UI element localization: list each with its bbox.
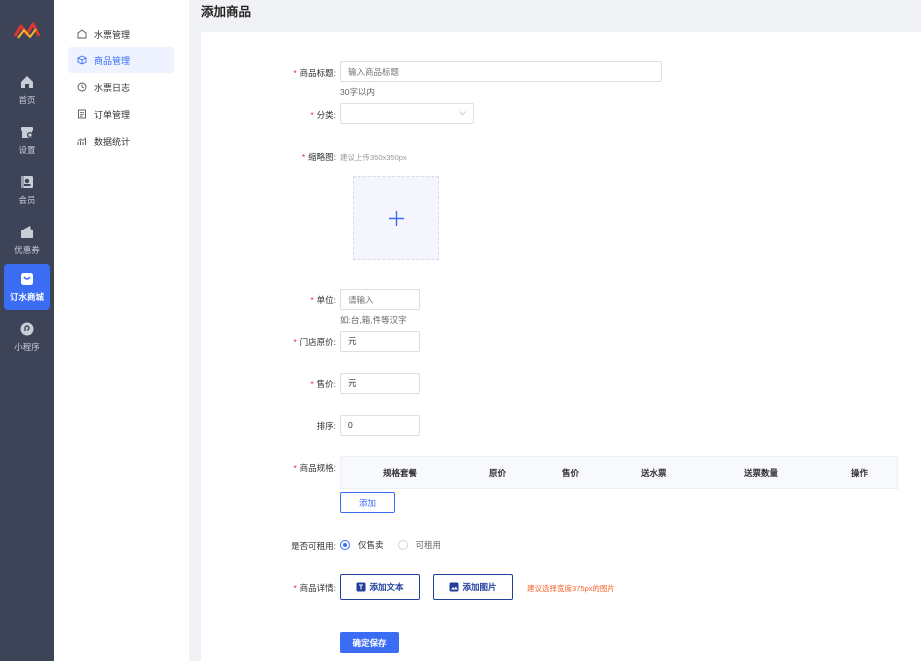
title-hint: 30字以内 — [340, 87, 375, 97]
ticket-icon — [77, 29, 87, 39]
rail-item-label: 首页 — [18, 95, 36, 105]
required-mark: * — [310, 295, 314, 305]
rail-item-mini-program[interactable]: 小程序 — [4, 314, 50, 360]
rail-item-label: 订水商城 — [9, 292, 44, 302]
shopping-bag-icon — [21, 273, 33, 285]
orig-price-input[interactable]: 元 — [340, 331, 420, 352]
submenu-item-label: 水票日志 — [94, 82, 131, 93]
spec-column-header: 规格套餐 — [383, 468, 418, 478]
radio-sale-only-label: 仅售卖 — [358, 540, 384, 550]
spec-label: * 商品规格: — [293, 463, 336, 473]
sort-label: 排序: — [316, 421, 336, 431]
orig-price-label: * 门店原价: — [293, 337, 336, 347]
add-text-button[interactable]: 添加文本 — [340, 574, 420, 600]
add-image-button[interactable]: 添加图片 — [433, 574, 513, 600]
required-mark: * — [293, 337, 297, 347]
required-mark: * — [293, 463, 297, 473]
image-icon — [449, 582, 459, 592]
required-mark: * — [310, 379, 314, 389]
radio-sale-only[interactable] — [340, 540, 350, 550]
submenu-item-label: 订单管理 — [94, 109, 131, 120]
spec-column-header: 操作 — [851, 468, 869, 478]
logo-icon — [13, 22, 41, 39]
rail-item-member[interactable]: 会员 — [4, 167, 50, 213]
submenu-item-label: 数据统计 — [94, 136, 131, 147]
mini-program-icon — [20, 322, 34, 336]
chevron-down-icon — [459, 111, 466, 116]
submenu-item-ticket-log[interactable]: 水票日志 — [68, 74, 174, 100]
clock-icon — [77, 82, 87, 92]
rail-item-water-mall[interactable]: 订水商城 — [4, 264, 50, 310]
add-spec-button[interactable]: 添加 — [340, 492, 395, 513]
required-mark: * — [293, 583, 297, 593]
thumb-label: * 缩略图: — [301, 152, 336, 162]
submenu-item-product[interactable]: 商品管理 — [68, 47, 174, 73]
price-input[interactable]: 元 — [340, 373, 420, 394]
sub-nav-menu: 水票管理 商品管理 水票日志 订单管理 数据统计 — [54, 0, 189, 661]
add-image-label: 添加图片 — [462, 582, 497, 592]
rail-item-coupon[interactable]: 优惠券 — [4, 217, 50, 263]
product-title-input[interactable] — [340, 61, 662, 82]
coupon-icon — [21, 226, 33, 238]
save-button[interactable]: 确定保存 — [340, 632, 399, 653]
plus-icon — [388, 210, 404, 226]
spec-column-header: 原价 — [489, 468, 507, 478]
thumb-hint: 建议上传350x350px — [340, 153, 407, 162]
price-label: * 售价: — [310, 379, 336, 389]
required-mark: * — [301, 152, 306, 162]
detail-image-hint: 建议选择宽度375px的图片 — [527, 584, 615, 593]
spec-column-header: 送票数量 — [744, 468, 779, 478]
rail-item-label: 会员 — [18, 195, 36, 205]
category-label: * 分类: — [310, 110, 336, 120]
spec-table-header: 规格套餐 原价 售价 送水票 送票数量 操作 — [340, 456, 898, 489]
sort-input[interactable]: 0 — [340, 415, 420, 436]
rent-radio-group: 仅售卖 可租用 — [340, 539, 455, 551]
cube-icon — [77, 55, 87, 65]
text-block-icon — [356, 582, 366, 592]
member-card-icon — [21, 176, 33, 188]
spec-column-header: 售价 — [562, 468, 580, 478]
thumbnail-upload[interactable] — [353, 176, 439, 260]
radio-rentable[interactable] — [397, 540, 408, 550]
category-select[interactable] — [340, 103, 474, 124]
submenu-item-label: 商品管理 — [94, 55, 131, 66]
stats-icon — [77, 137, 87, 145]
rail-item-label: 优惠券 — [14, 245, 40, 255]
order-list-icon — [78, 109, 86, 119]
page-title: 添加商品 — [201, 5, 252, 19]
add-text-label: 添加文本 — [369, 582, 404, 592]
submenu-item-label: 水票管理 — [94, 29, 131, 40]
unit-hint: 如:台,箱,件等汉字 — [340, 315, 407, 325]
unit-label: * 单位: — [310, 295, 336, 305]
required-mark: * — [310, 110, 314, 120]
rent-label: 是否可租用: — [291, 541, 336, 551]
title-label: * 商品标题: — [293, 68, 336, 78]
spec-column-header: 送水票 — [641, 468, 667, 478]
submenu-item-water-ticket[interactable]: 水票管理 — [68, 21, 174, 47]
rail-item-home[interactable]: 首页 — [4, 67, 50, 113]
rail-item-label: 小程序 — [14, 342, 40, 352]
rail-item-label: 设置 — [18, 145, 36, 155]
rail-item-settings[interactable]: 设置 — [4, 117, 50, 163]
submenu-item-stats[interactable]: 数据统计 — [68, 128, 174, 154]
submenu-item-order[interactable]: 订单管理 — [68, 101, 174, 127]
required-mark: * — [293, 68, 297, 78]
main-nav-rail: 首页 设置 会员 优惠券 订水商城 小程序 — [0, 0, 54, 661]
detail-label: * 商品详情: — [293, 583, 336, 593]
unit-input[interactable] — [340, 289, 420, 310]
home-icon — [21, 76, 33, 88]
product-form: *商品标题: 30字以内 *分类: *缩略图: 建议上传350x350px *单… — [201, 32, 921, 661]
radio-rentable-label: 可租用 — [415, 540, 442, 550]
store-settings-icon — [21, 127, 33, 138]
